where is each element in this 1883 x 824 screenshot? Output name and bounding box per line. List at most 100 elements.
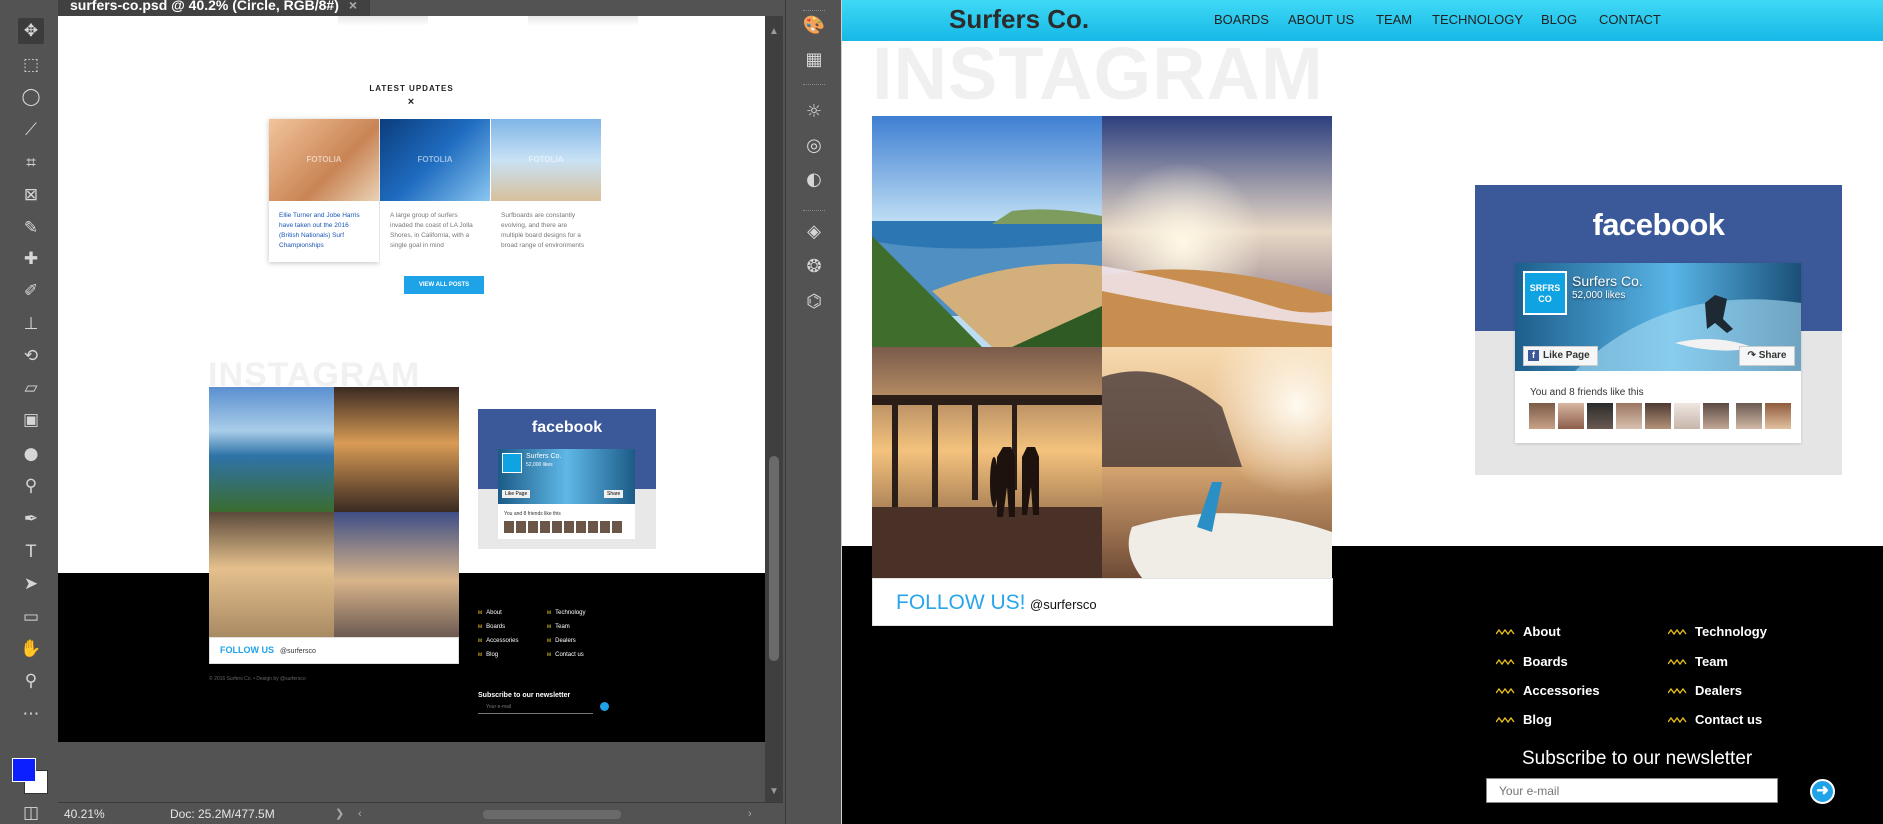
mini-footer-link[interactable]: ᴍ Technology	[547, 610, 585, 616]
brush-icon[interactable]: ✐	[18, 278, 44, 304]
mini-footer-link[interactable]: ᴍ Accessories	[478, 638, 518, 644]
healing-icon[interactable]: ✚	[18, 246, 44, 272]
friend-avatar[interactable]	[1703, 403, 1729, 429]
eraser-icon[interactable]: ▱	[18, 375, 44, 401]
swatches-icon[interactable]: ▦	[802, 48, 826, 72]
marquee-icon[interactable]: ⬚	[18, 52, 44, 78]
scroll-up-icon[interactable]: ▲	[769, 26, 779, 37]
gradient-icon[interactable]: ▣	[18, 407, 44, 433]
facebook-profile-badge[interactable]: SRFRS CO	[1523, 271, 1567, 315]
document-tab[interactable]: surfers-co.psd @ 40.2% (Circle, RGB/8#) ×	[58, 0, 370, 16]
status-menu-chevron-icon[interactable]: ❯	[335, 803, 344, 824]
footer-link-contact-us[interactable]: Contact us	[1668, 712, 1762, 727]
panel-grip[interactable]	[803, 10, 825, 13]
friend-avatar[interactable]	[1736, 403, 1762, 429]
instagram-photo-pier-surfers[interactable]	[872, 347, 1102, 578]
dodge-icon[interactable]: ⚲	[18, 473, 44, 499]
mini-view-all-button[interactable]: VIEW ALL POSTS	[404, 276, 484, 294]
path-select-icon[interactable]: ➤	[18, 571, 44, 597]
vertical-scroll-thumb[interactable]	[769, 456, 779, 661]
footer-link-accessories[interactable]: Accessories	[1496, 683, 1600, 698]
adjustments-icon[interactable]: ◐	[802, 168, 826, 192]
color-icon[interactable]: 🎨	[802, 14, 826, 38]
facebook-share-button[interactable]: ↷ Share	[1739, 346, 1795, 366]
nav-about-us[interactable]: ABOUT US	[1288, 12, 1354, 27]
nav-blog[interactable]: BLOG	[1541, 12, 1577, 27]
mini-follow-bar[interactable]: FOLLOW US @surfersco	[209, 637, 459, 664]
document-canvas[interactable]: LATEST UPDATES × FOTOLIA Ellie Turner an…	[58, 16, 765, 742]
canvas-area[interactable]: LATEST UPDATES × FOTOLIA Ellie Turner an…	[58, 16, 765, 802]
foreground-color-swatch[interactable]	[12, 758, 36, 782]
nav-technology[interactable]: TECHNOLOGY	[1432, 12, 1523, 27]
footer-link-dealers[interactable]: Dealers	[1668, 683, 1742, 698]
scroll-down-icon[interactable]: ▼	[769, 786, 779, 797]
quick-select-icon[interactable]: ⟋	[18, 117, 44, 143]
follow-bar[interactable]: FOLLOW US! @surfersco	[872, 578, 1333, 626]
mini-fb-share-button[interactable]: Share	[604, 490, 624, 498]
footer-link-boards[interactable]: Boards	[1496, 654, 1568, 669]
footer-link-team[interactable]: Team	[1668, 654, 1728, 669]
mini-post-card[interactable]: FOTOLIA Surfboards are constantly evolvi…	[491, 119, 601, 262]
zoom-level[interactable]: 40.21%	[64, 803, 105, 824]
eyedropper-icon[interactable]: ✎	[18, 215, 44, 241]
friend-avatar[interactable]	[1616, 403, 1642, 429]
mini-footer-link[interactable]: ᴍ Contact us	[547, 652, 584, 658]
facebook-page-card[interactable]: SRFRS CO Surfers Co. 52,000 likes f Like …	[1515, 263, 1801, 443]
email-input[interactable]	[1486, 778, 1778, 803]
nav-team[interactable]: TEAM	[1376, 12, 1412, 27]
blur-icon[interactable]: ●	[18, 441, 44, 467]
libraries-icon[interactable]: ◎	[802, 134, 826, 158]
instagram-photo-surfboard-sand[interactable]	[1102, 347, 1332, 578]
move-icon[interactable]: ✥	[18, 18, 44, 44]
mini-post-card[interactable]: FOTOLIA A large group of surfers invaded…	[380, 119, 490, 262]
tab-close-icon[interactable]: ×	[349, 0, 357, 13]
frame-icon[interactable]: ⊠	[18, 182, 44, 208]
history-brush-icon[interactable]: ⟲	[18, 343, 44, 369]
footer-link-technology[interactable]: Technology	[1668, 624, 1767, 639]
instagram-photo-sunset-wave[interactable]	[1102, 116, 1332, 347]
mini-photo[interactable]	[334, 512, 459, 637]
more-icon[interactable]: ⋯	[18, 701, 44, 727]
mini-submit-icon[interactable]	[600, 702, 609, 711]
friend-avatar[interactable]	[1558, 403, 1584, 429]
mini-post-card[interactable]: FOTOLIA Ellie Turner and Jobe Harris hav…	[269, 119, 379, 262]
mini-photo[interactable]	[209, 387, 334, 512]
rectangle-icon[interactable]: ▭	[18, 604, 44, 630]
nav-boards[interactable]: BOARDS	[1214, 12, 1269, 27]
document-size[interactable]: Doc: 25.2M/477.5M	[170, 803, 275, 824]
zoom-icon[interactable]: ⚲	[18, 668, 44, 694]
facebook-like-button[interactable]: f Like Page	[1523, 346, 1598, 366]
panel-grip[interactable]	[803, 210, 825, 213]
nav-contact[interactable]: CONTACT	[1599, 12, 1661, 27]
panel-grip[interactable]	[803, 84, 825, 87]
friend-avatar[interactable]	[1765, 403, 1791, 429]
footer-link-blog[interactable]: Blog	[1496, 712, 1552, 727]
stamp-icon[interactable]: ⊥	[18, 311, 44, 337]
crop-icon[interactable]: ⌗	[18, 150, 44, 176]
mini-footer-link[interactable]: ᴍ Blog	[478, 652, 498, 658]
learn-icon[interactable]: ☼	[802, 100, 826, 124]
follow-label[interactable]: FOLLOW US!	[896, 591, 1026, 615]
footer-link-about[interactable]: About	[1496, 624, 1561, 639]
hand-icon[interactable]: ✋	[18, 636, 44, 662]
mini-photo[interactable]	[209, 512, 334, 637]
mini-email-input[interactable]: Your e-mail	[478, 704, 593, 714]
mini-footer-link[interactable]: ᴍ About	[478, 610, 502, 616]
paths-icon[interactable]: ⌬	[802, 290, 826, 314]
brand-logo[interactable]: Surfers Co.	[949, 4, 1089, 35]
mini-footer-link[interactable]: ᴍ Boards	[478, 624, 505, 630]
mini-photo[interactable]	[334, 387, 459, 512]
pen-icon[interactable]: ✒	[18, 506, 44, 532]
facebook-page-name[interactable]: Surfers Co.	[1572, 273, 1643, 289]
scroll-right-icon[interactable]: ›	[748, 803, 752, 824]
quick-mask-icon[interactable]: ◫	[18, 800, 44, 824]
type-icon[interactable]: T	[18, 539, 44, 565]
mini-fb-like-button[interactable]: Like Page	[502, 490, 531, 498]
channels-icon[interactable]: ❂	[802, 255, 826, 279]
friend-avatar[interactable]	[1587, 403, 1613, 429]
submit-arrow-icon[interactable]: ➜	[1810, 779, 1835, 804]
lasso-icon[interactable]: ◯	[18, 84, 44, 110]
horizontal-scroll-thumb[interactable]	[483, 810, 621, 819]
follow-handle[interactable]: @surfersco	[1030, 597, 1097, 612]
friend-avatar[interactable]	[1529, 403, 1555, 429]
